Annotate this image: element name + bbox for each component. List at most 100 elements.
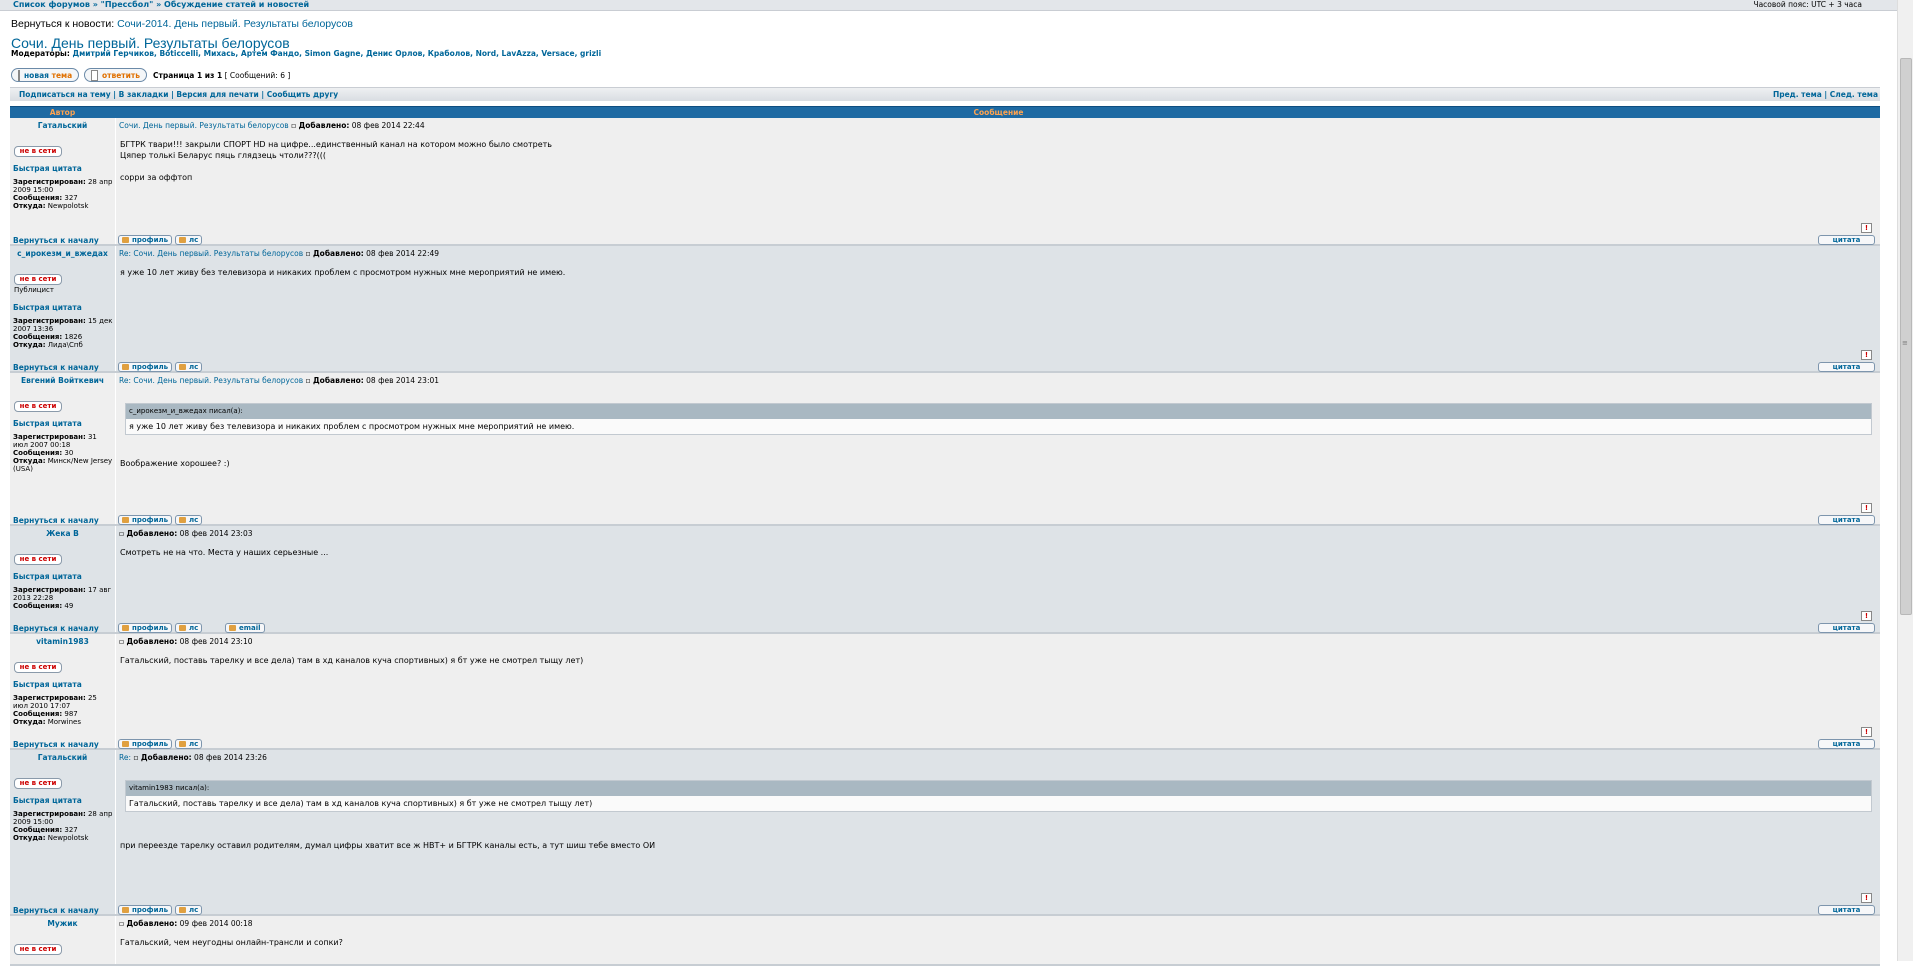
- page-scrollbar[interactable]: ≡: [1897, 0, 1913, 961]
- scrollbar-thumb[interactable]: [1900, 58, 1912, 615]
- profile-button[interactable]: профиль: [118, 515, 173, 525]
- report-icon[interactable]: !: [1861, 350, 1872, 360]
- profile-button[interactable]: профиль: [118, 362, 173, 372]
- profile-button[interactable]: профиль: [118, 905, 173, 915]
- user-info-line: Зарегистрирован: 17 авг 2013 22:28: [13, 586, 112, 602]
- profile-icon: [122, 237, 129, 243]
- topic-actions-links[interactable]: Подписаться на тему | В закладки | Верси…: [19, 90, 338, 99]
- pm-button[interactable]: лс: [175, 515, 203, 525]
- email-button[interactable]: email: [225, 623, 265, 633]
- quote-button[interactable]: цитата: [1818, 905, 1875, 915]
- quick-quote-link[interactable]: Быстрая цитата: [13, 164, 82, 173]
- user-info-key: Откуда:: [13, 834, 46, 842]
- author-name[interactable]: vitamin1983: [10, 637, 115, 646]
- user-info-line: Зарегистрирован: 28 апр 2009 15:00: [13, 178, 113, 194]
- back-to-top-link[interactable]: Вернуться к началу: [13, 740, 99, 749]
- post-date: 09 фев 2014 00:18: [177, 919, 253, 928]
- offline-badge: не в сети: [14, 146, 62, 157]
- user-info-key: Откуда:: [13, 457, 46, 465]
- author-name[interactable]: с_ирокезм_и_вжедах: [10, 249, 115, 258]
- post-body: Смотреть не на что. Места у наших серьез…: [120, 547, 328, 558]
- post-subject-link[interactable]: Сочи. День первый. Результаты белорусов: [119, 121, 289, 130]
- user-info-key: Откуда:: [13, 718, 46, 726]
- breadcrumb[interactable]: Список форумов » "Прессбол" » Обсуждение…: [13, 0, 309, 9]
- author-name[interactable]: Гатальский: [10, 753, 115, 762]
- back-to-top-link[interactable]: Вернуться к началу: [13, 363, 99, 372]
- moderators-label: Модераторы:: [11, 49, 73, 58]
- quote-button[interactable]: цитата: [1818, 515, 1875, 525]
- pm-button[interactable]: лс: [175, 623, 203, 633]
- topic-nav-links[interactable]: Пред. тема | След. тема: [1773, 90, 1878, 99]
- user-info: Зарегистрирован: 28 апр 2009 15:00 Сообще…: [13, 810, 113, 842]
- pm-button[interactable]: лс: [175, 739, 203, 749]
- user-info-line: Сообщения: 49: [13, 602, 74, 610]
- post-subject-link[interactable]: Re:: [119, 753, 131, 762]
- post-icon[interactable]: ▫: [289, 121, 299, 130]
- report-icon[interactable]: !: [1861, 223, 1872, 233]
- user-info-key: Зарегистрирован:: [13, 178, 86, 186]
- added-label: Добавлено:: [298, 121, 350, 130]
- topic-action-bar: Подписаться на тему | В закладки | Верси…: [10, 87, 1880, 101]
- quick-quote-link[interactable]: Быстрая цитата: [13, 419, 82, 428]
- offline-badge: не в сети: [14, 944, 62, 955]
- report-icon[interactable]: !: [1861, 727, 1872, 737]
- profile-button[interactable]: профиль: [118, 623, 173, 633]
- post-date: 08 фев 2014 23:26: [191, 753, 267, 762]
- author-name[interactable]: Евгений Войткевич: [10, 376, 115, 385]
- email-icon: [229, 625, 236, 631]
- news-link[interactable]: Сочи-2014. День первый. Результаты белор…: [117, 18, 353, 30]
- quote-button[interactable]: цитата: [1818, 739, 1875, 749]
- report-icon[interactable]: !: [1861, 893, 1872, 903]
- quote-button[interactable]: цитата: [1818, 362, 1875, 372]
- post-subject-link[interactable]: Re: Сочи. День первый. Результаты белору…: [119, 376, 303, 385]
- pm-label: лс: [189, 236, 199, 244]
- quick-quote-link[interactable]: Быстрая цитата: [13, 796, 82, 805]
- new-topic-button[interactable]: новая тема: [11, 68, 79, 82]
- back-to-top-link[interactable]: Вернуться к началу: [13, 624, 99, 633]
- profile-label: профиль: [132, 906, 169, 914]
- quick-quote-link[interactable]: Быстрая цитата: [13, 680, 82, 689]
- back-to-top-link[interactable]: Вернуться к началу: [13, 516, 99, 525]
- email-label: email: [239, 624, 261, 632]
- user-info-line: Зарегистрирован: 31 июл 2007 00:18: [13, 433, 97, 449]
- quick-quote-link[interactable]: Быстрая цитата: [13, 572, 82, 581]
- post-date: 08 фев 2014 23:01: [363, 376, 440, 385]
- added-label: Добавлено:: [312, 249, 364, 258]
- author-column: [10, 634, 116, 748]
- pm-button[interactable]: лс: [175, 362, 203, 372]
- post-icon[interactable]: ▫: [131, 753, 141, 762]
- quote-author: с_ирокезм_и_вжедах писал(а):: [126, 404, 1871, 419]
- post-header: ▫ Добавлено: 09 фев 2014 00:18: [119, 919, 253, 928]
- quick-quote-link[interactable]: Быстрая цитата: [13, 303, 82, 312]
- post-icon[interactable]: ▫: [303, 249, 313, 258]
- page-number: Страница 1 из 1: [153, 71, 223, 80]
- user-info-line: Откуда: Morwines: [13, 718, 81, 726]
- user-info-line: Сообщения: 1826: [13, 333, 83, 341]
- moderators-names[interactable]: Дмитрий Герчиков, Boticcelli, Михась, Ар…: [72, 49, 601, 58]
- back-to-top-link[interactable]: Вернуться к началу: [13, 906, 99, 915]
- quote-button[interactable]: цитата: [1818, 235, 1875, 245]
- post-subject-link[interactable]: Re: Сочи. День первый. Результаты белору…: [119, 249, 303, 258]
- reply-icon: [91, 69, 98, 81]
- post-date: 08 фев 2014 22:49: [363, 249, 440, 258]
- reply-button[interactable]: ответить: [84, 68, 147, 82]
- pm-icon: [179, 741, 186, 747]
- forum-post: Жека В не в сети Быстрая цитата Зарегистрир…: [10, 526, 1880, 634]
- profile-icon: [122, 517, 129, 523]
- report-icon[interactable]: !: [1861, 611, 1872, 621]
- profile-button[interactable]: профиль: [118, 739, 173, 749]
- forum-post: Евгений Войткевич не в сети Быстрая цитата…: [10, 373, 1880, 526]
- post-body: Гатальский, чем неугодны онлайн-трансли …: [120, 937, 343, 948]
- author-name[interactable]: Гатальский: [10, 121, 115, 130]
- post-icon[interactable]: ▫: [303, 376, 313, 385]
- back-to-top-link[interactable]: Вернуться к началу: [13, 236, 99, 245]
- quote-button[interactable]: цитата: [1818, 623, 1875, 633]
- post-text-line: Гатальский, чем неугодны онлайн-трансли …: [120, 938, 343, 947]
- profile-button[interactable]: профиль: [118, 235, 173, 245]
- report-icon[interactable]: !: [1861, 503, 1872, 513]
- pm-button[interactable]: лс: [175, 235, 203, 245]
- author-name[interactable]: Мужик: [10, 919, 115, 928]
- forum-post: Мужик не в сети ▫ Добавлено: 09 фев 2014 …: [10, 916, 1880, 966]
- pm-button[interactable]: лс: [175, 905, 203, 915]
- author-name[interactable]: Жека В: [10, 529, 115, 538]
